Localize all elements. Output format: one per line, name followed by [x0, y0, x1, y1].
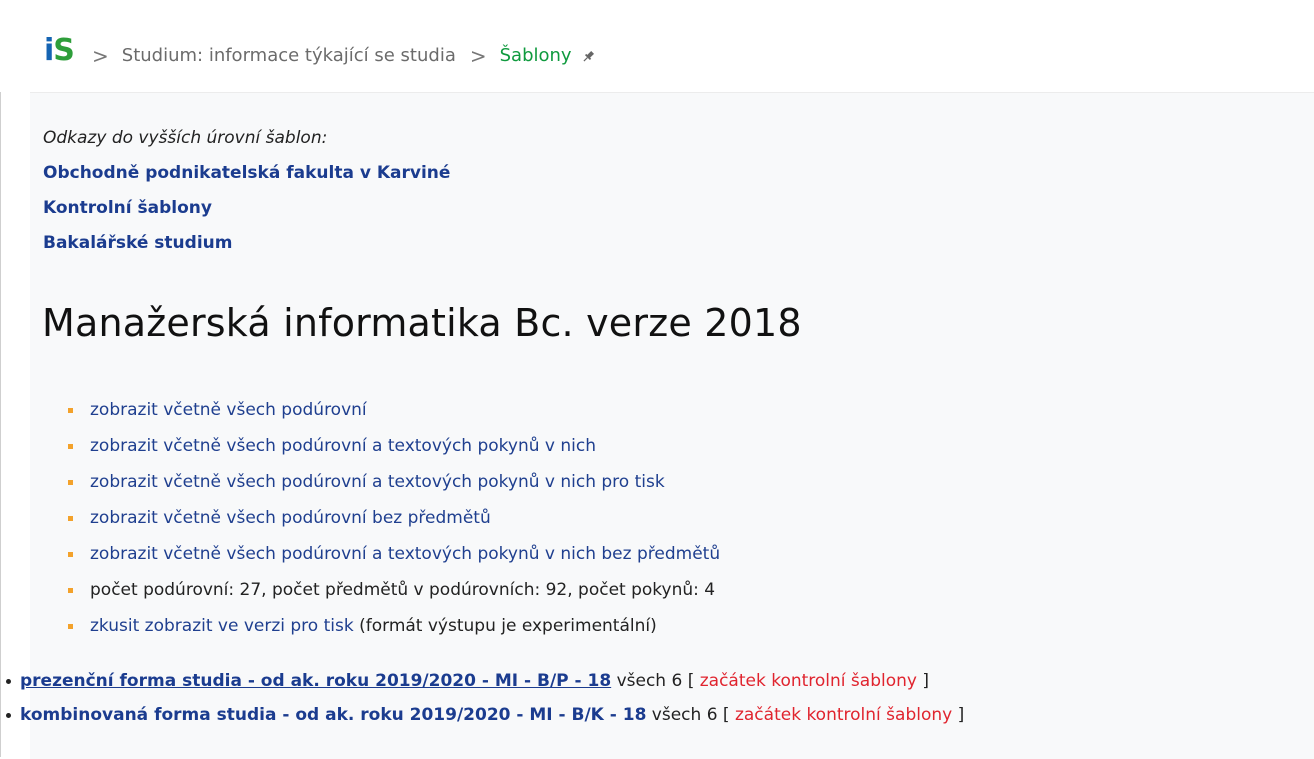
option-link[interactable]: zobrazit včetně všech podúrovní a textov… — [90, 472, 665, 492]
list-item: zobrazit včetně všech podúrovní bez před… — [68, 500, 720, 536]
list-item: zobrazit včetně všech podúrovní a textov… — [68, 464, 720, 500]
form-count: všech 6 [ — [611, 671, 700, 691]
form-link-kombinovana[interactable]: kombinovaná forma studia - od ak. roku 2… — [20, 705, 646, 725]
higher-link-bachelor[interactable]: Bakalářské studium — [43, 233, 232, 253]
logo-s: S — [53, 33, 75, 68]
logo-i: i — [44, 33, 54, 68]
breadcrumb-studium[interactable]: Studium: informace týkající se studia — [122, 44, 456, 68]
list-item: zkusit zobrazit ve verzi pro tisk (formá… — [68, 608, 720, 644]
chevron-right-icon: > — [469, 44, 487, 68]
is-logo[interactable]: iS — [44, 33, 75, 68]
breadcrumb-sablony: Šablony — [499, 45, 572, 66]
form-count: všech 6 [ — [646, 705, 735, 725]
list-item: zobrazit včetně všech podúrovní a textov… — [68, 536, 720, 572]
higher-link-faculty[interactable]: Obchodně podnikatelská fakulta v Karviné — [43, 163, 450, 183]
list-item: kombinovaná forma studia - od ak. roku 2… — [6, 698, 964, 732]
option-link[interactable]: zobrazit včetně všech podúrovní a textov… — [90, 544, 720, 564]
option-link[interactable]: zobrazit včetně všech podúrovní bez před… — [90, 508, 491, 528]
list-item: zobrazit včetně všech podúrovní — [68, 392, 720, 428]
page-title: Manažerská informatika Bc. verze 2018 — [42, 301, 802, 345]
print-note: (formát výstupu je experimentální) — [353, 616, 657, 636]
breadcrumb: > Studium: informace týkající se studia … — [92, 44, 596, 68]
control-template-start-link[interactable]: začátek kontrolní šablony — [700, 671, 917, 691]
form-link-prezencni[interactable]: prezenční forma studia - od ak. roku 201… — [20, 671, 611, 691]
control-template-start-link[interactable]: začátek kontrolní šablony — [735, 705, 952, 725]
bracket-end: ] — [952, 705, 965, 725]
chevron-right-icon: > — [92, 44, 109, 68]
counts-text: počet podúrovní: 27, počet předmětů v po… — [90, 580, 716, 600]
bracket-end: ] — [916, 671, 930, 691]
print-version-link[interactable]: zkusit zobrazit ve verzi pro tisk — [90, 616, 354, 636]
top-bar: iS > Studium: informace týkající se stud… — [0, 0, 1314, 92]
study-forms: prezenční forma studia - od ak. roku 201… — [6, 664, 964, 732]
list-item: prezenční forma studia - od ak. roku 201… — [6, 664, 964, 698]
higher-levels-title: Odkazy do vyšších úrovní šablon: — [43, 128, 328, 148]
display-options: zobrazit včetně všech podúrovní zobrazit… — [68, 392, 720, 644]
option-link[interactable]: zobrazit včetně všech podúrovní — [90, 400, 367, 420]
list-item: počet podúrovní: 27, počet předmětů v po… — [68, 572, 720, 608]
pin-icon[interactable] — [580, 48, 596, 64]
option-link[interactable]: zobrazit včetně všech podúrovní a textov… — [90, 436, 596, 456]
list-item: zobrazit včetně všech podúrovní a textov… — [68, 428, 720, 464]
higher-link-control-templates[interactable]: Kontrolní šablony — [43, 198, 212, 218]
